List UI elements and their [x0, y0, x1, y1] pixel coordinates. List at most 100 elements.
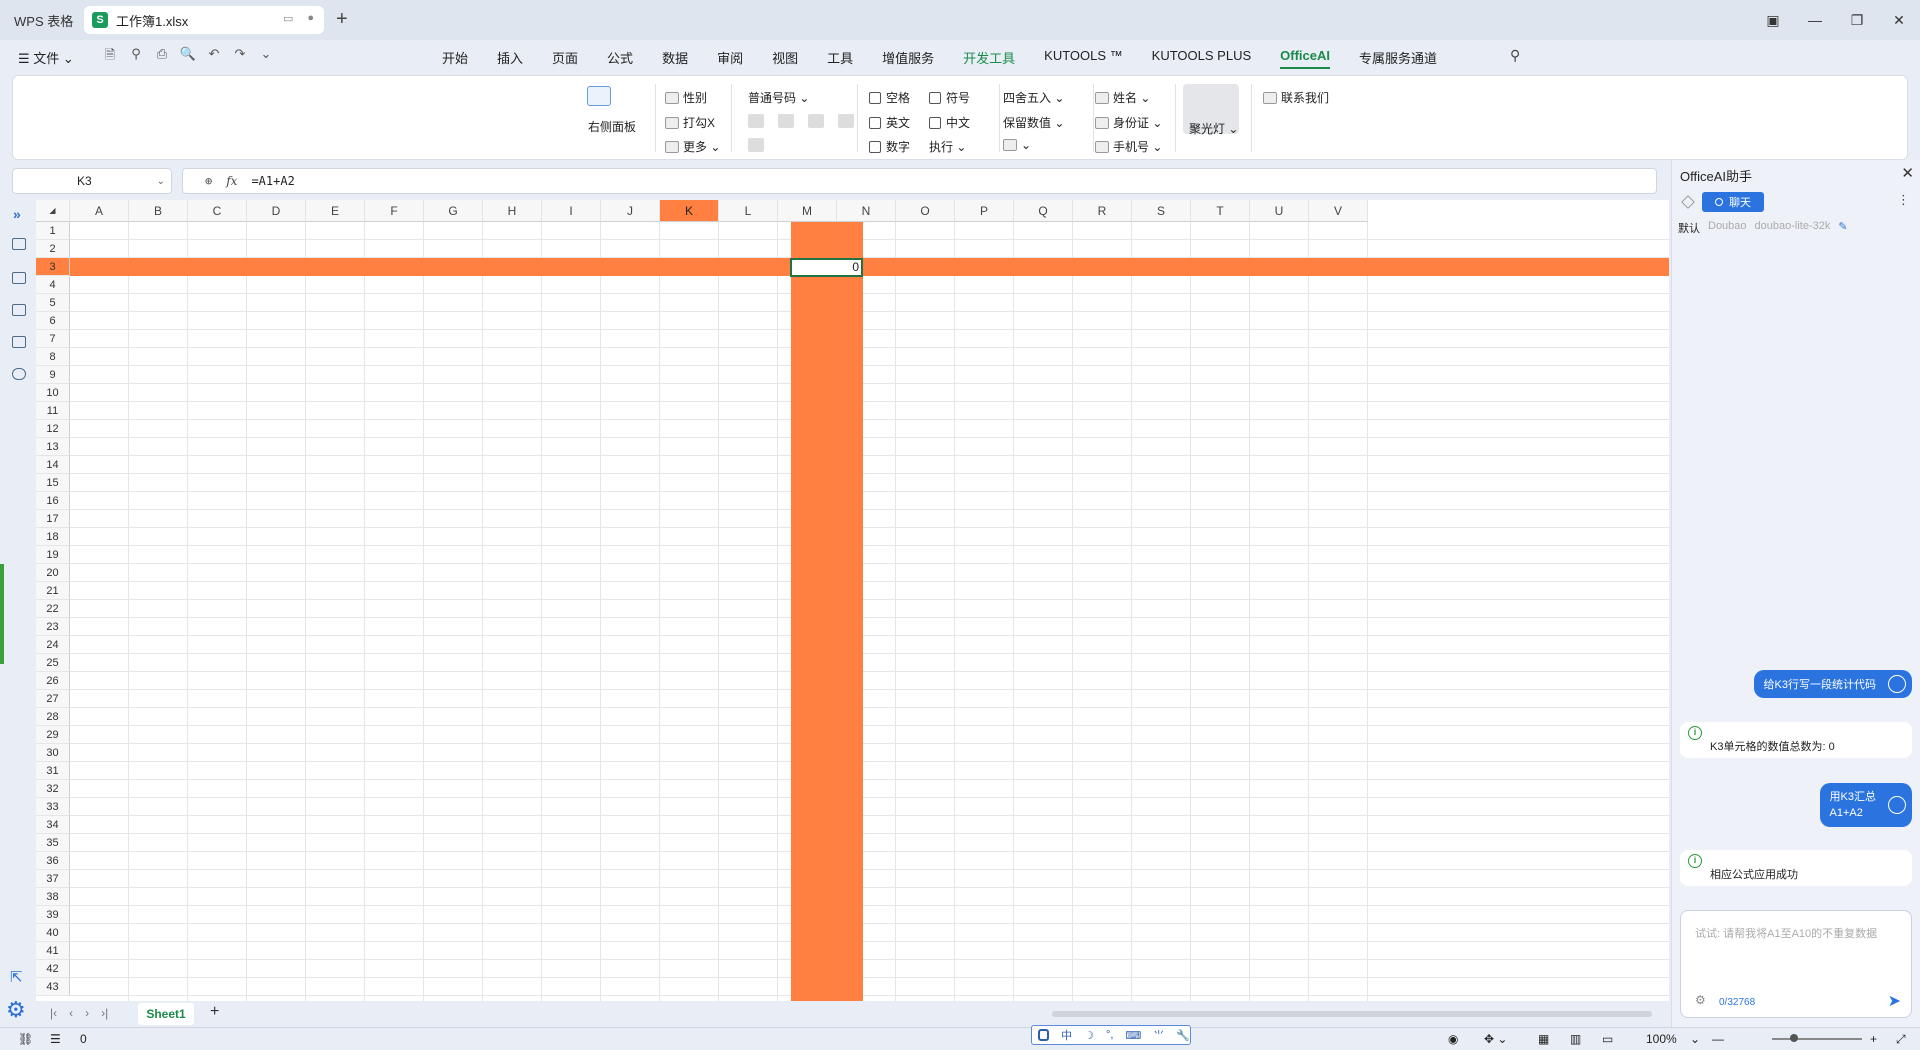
column-header-A[interactable]: A — [70, 200, 129, 222]
search-icon[interactable]: ⚲ — [1510, 47, 1520, 64]
restore-layout-icon[interactable]: ▣ — [1752, 0, 1794, 40]
zoom-in-icon[interactable]: + — [1870, 1032, 1877, 1046]
row-header-21[interactable]: 21 — [36, 582, 70, 600]
column-header-R[interactable]: R — [1073, 200, 1132, 222]
spotlight-dropdown[interactable]: 聚光灯 ⌄ — [1189, 120, 1238, 137]
column-header-P[interactable]: P — [955, 200, 1014, 222]
zoom-slider[interactable] — [1772, 1038, 1862, 1040]
digit-checkbox[interactable]: 数字 — [869, 138, 910, 155]
row-header-22[interactable]: 22 — [36, 600, 70, 618]
row-header-28[interactable]: 28 — [36, 708, 70, 726]
id-card-dropdown[interactable]: 身份证 ⌄ — [1095, 114, 1162, 131]
zoom-slider-handle[interactable] — [1790, 1034, 1798, 1042]
round-dropdown[interactable]: 四舍五入 ⌄ — [1003, 89, 1064, 106]
column-header-D[interactable]: D — [247, 200, 306, 222]
zoom-level[interactable]: 100% — [1646, 1032, 1677, 1046]
formula-bar[interactable]: ⊕ fx =A1+A2 — [182, 168, 1657, 194]
row-header-5[interactable]: 5 — [36, 294, 70, 312]
row-header-1[interactable]: 1 — [36, 222, 70, 240]
tab-12[interactable]: OfficeAI — [1280, 48, 1330, 69]
row-header-23[interactable]: 23 — [36, 618, 70, 636]
row-header-18[interactable]: 18 — [36, 528, 70, 546]
close-icon[interactable]: ✕ — [1901, 164, 1914, 182]
zoom-icon[interactable]: ⊕ — [205, 174, 212, 188]
column-header-J[interactable]: J — [601, 200, 660, 222]
undo-icon[interactable]: ↶ — [204, 46, 224, 68]
execute-dropdown[interactable]: 执行 ⌄ — [929, 138, 966, 155]
row-header-20[interactable]: 20 — [36, 564, 70, 582]
minimize-button[interactable]: — — [1794, 0, 1836, 40]
row-header-39[interactable]: 39 — [36, 906, 70, 924]
column-header-F[interactable]: F — [365, 200, 424, 222]
row-header-27[interactable]: 27 — [36, 690, 70, 708]
document-tab[interactable]: S 工作簿1.xlsx ▭ ● — [84, 6, 324, 34]
column-header-L[interactable]: L — [719, 200, 778, 222]
row-header-17[interactable]: 17 — [36, 510, 70, 528]
chevron-down-icon[interactable]: ⌄ — [157, 176, 165, 187]
row-header-43[interactable]: 43 — [36, 978, 70, 996]
macro-icon[interactable]: ⛓ — [18, 1032, 33, 1046]
column-header-N[interactable]: N — [837, 200, 896, 222]
chat-input-box[interactable]: 试试: 请帮我将A1至A10的不重复数据 ⚙ 0/32768 ➤ — [1680, 910, 1912, 1018]
navigator-icon[interactable]: ✥ ⌄ — [1484, 1032, 1507, 1046]
tab-6[interactable]: 视图 — [772, 48, 798, 69]
column-header-G[interactable]: G — [424, 200, 483, 222]
row-header-29[interactable]: 29 — [36, 726, 70, 744]
layout-icon[interactable] — [12, 238, 26, 250]
cube-icon[interactable] — [1681, 195, 1695, 209]
mobile-dropdown[interactable]: 手机号 ⌄ — [1095, 138, 1162, 155]
row-header-30[interactable]: 30 — [36, 744, 70, 762]
chat-mode-button[interactable]: 聊天 — [1702, 192, 1764, 212]
model-selector[interactable]: 默认 Doubao doubao-lite-32k ✎ — [1678, 220, 1848, 236]
symbol-checkbox[interactable]: 符号 — [929, 89, 970, 106]
print-preview-icon[interactable]: 🔍 — [178, 46, 198, 68]
ime-chinese[interactable]: 中 — [1061, 1027, 1072, 1043]
fx-icon[interactable]: fx — [226, 174, 237, 188]
tab-0[interactable]: 开始 — [442, 48, 468, 69]
punct-icon[interactable]: °, — [1106, 1029, 1113, 1041]
moon-icon[interactable]: ☽ — [1084, 1029, 1094, 1042]
first-sheet-icon[interactable]: |‹ — [50, 1006, 57, 1020]
tab-10[interactable]: KUTOOLS ™ — [1044, 48, 1123, 69]
column-header-S[interactable]: S — [1132, 200, 1191, 222]
more-button[interactable]: 更多 ⌄ — [665, 138, 720, 155]
expand-icon[interactable]: » — [13, 206, 21, 222]
column-header-C[interactable]: C — [188, 200, 247, 222]
normal-number-dropdown[interactable]: 普通号码 ⌄ — [748, 89, 809, 106]
add-rule-dropdown[interactable]: ⌄ — [1003, 138, 1031, 152]
row-header-4[interactable]: 4 — [36, 276, 70, 294]
row-header-26[interactable]: 26 — [36, 672, 70, 690]
tab-13[interactable]: 专属服务通道 — [1359, 48, 1437, 69]
name-dropdown[interactable]: 姓名 ⌄ — [1095, 89, 1150, 106]
edit-icon[interactable]: ✎ — [1838, 220, 1847, 236]
prev-sheet-icon[interactable]: ‹ — [69, 1006, 73, 1020]
chevron-down-icon[interactable]: ⌄ — [256, 46, 276, 68]
row-header-42[interactable]: 42 — [36, 960, 70, 978]
tick-x-button[interactable]: 打勾X — [665, 114, 715, 131]
ime-tool-icon[interactable]: ⺌ — [1153, 1027, 1164, 1043]
space-checkbox[interactable]: 空格 — [869, 89, 910, 106]
row-header-6[interactable]: 6 — [36, 312, 70, 330]
right-panel-button[interactable]: 右侧面板 — [588, 118, 636, 135]
column-header-Q[interactable]: Q — [1014, 200, 1073, 222]
page-view-icon[interactable]: ▥ — [1570, 1032, 1581, 1046]
contact-button[interactable]: 联系我们 — [1263, 89, 1329, 106]
row-header-9[interactable]: 9 — [36, 366, 70, 384]
dot-icon[interactable] — [808, 114, 824, 128]
column-header-B[interactable]: B — [129, 200, 188, 222]
monitor-icon[interactable]: ▭ — [283, 12, 293, 25]
share-icon[interactable]: ⇱ — [10, 968, 23, 986]
add-sheet-button[interactable]: + — [210, 1003, 219, 1021]
fullscreen-icon[interactable]: ⤢ — [1896, 1032, 1906, 1047]
row-header-24[interactable]: 24 — [36, 636, 70, 654]
row-header-33[interactable]: 33 — [36, 798, 70, 816]
notes-icon[interactable]: ☰ — [50, 1032, 61, 1046]
row-header-41[interactable]: 41 — [36, 942, 70, 960]
row-header-31[interactable]: 31 — [36, 762, 70, 780]
row-header-7[interactable]: 7 — [36, 330, 70, 348]
column-header-E[interactable]: E — [306, 200, 365, 222]
active-cell-k3[interactable]: 0 — [790, 258, 863, 277]
row-header-3[interactable]: 3 — [36, 258, 70, 276]
keep-value-dropdown[interactable]: 保留数值 ⌄ — [1003, 114, 1064, 131]
more-options-icon[interactable]: ⋮ — [1897, 192, 1910, 208]
